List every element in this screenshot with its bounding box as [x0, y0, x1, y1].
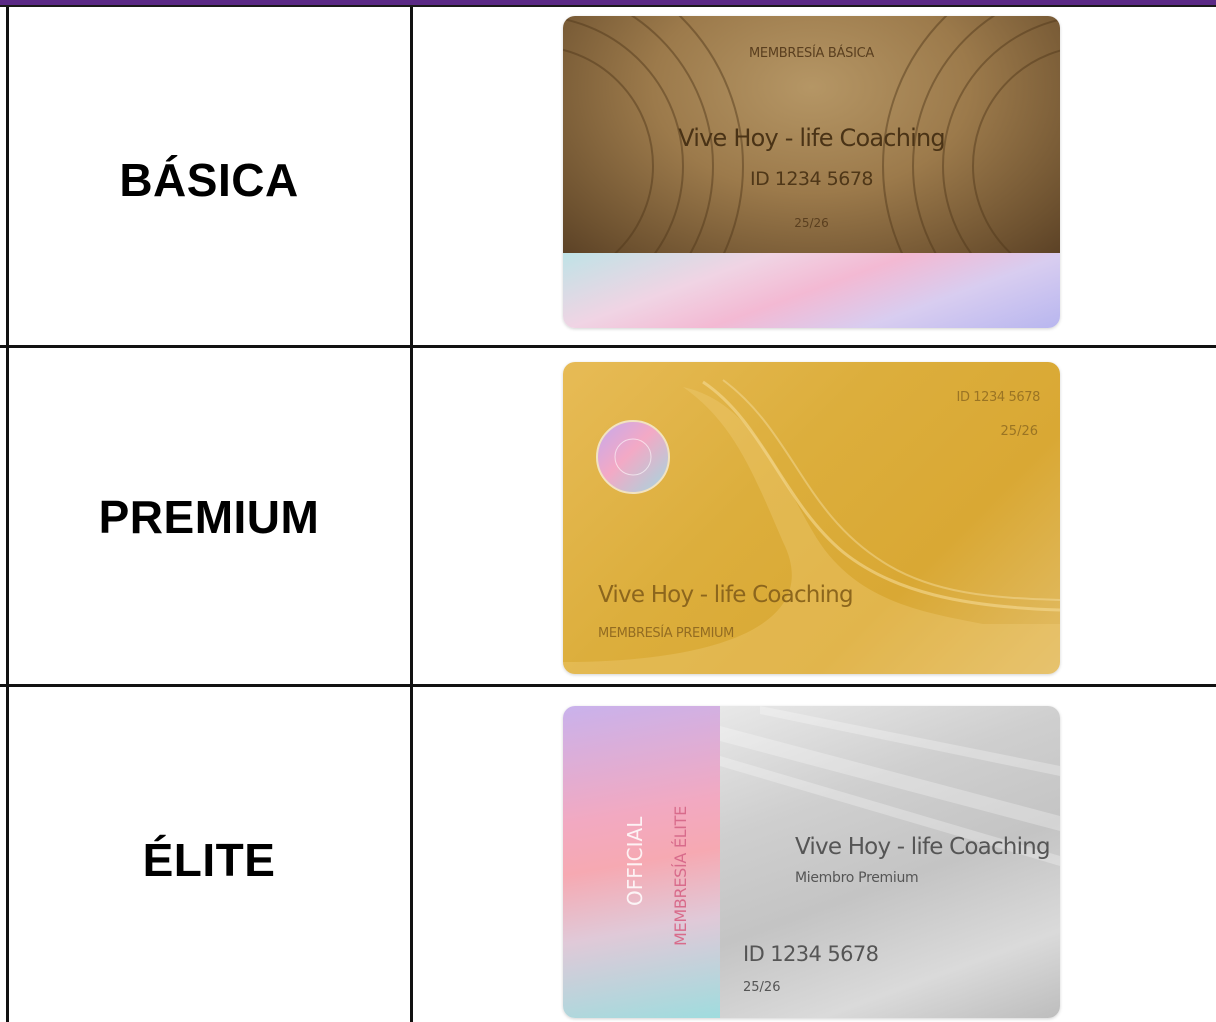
tier-label-elite: ÉLITE — [142, 834, 276, 886]
card-member-type: Miembro Premium — [795, 870, 919, 886]
vertical-membership-text: MEMBRESÍA ÉLITE — [671, 806, 690, 946]
card-brand: Vive Hoy - life Coaching — [598, 582, 854, 608]
card-id: ID 1234 5678 — [749, 168, 874, 190]
card-membership: MEMBRESÍA PREMIUM — [598, 626, 734, 641]
membership-card-premium: ID 1234 5678 25/26 Vive Hoy - life Coach… — [563, 362, 1060, 674]
card-brand: Vive Hoy - life Coaching — [795, 834, 1051, 860]
membership-card-elite: OFFICIAL MEMBRESÍA ÉLITE Vive Hoy - life… — [563, 706, 1060, 1018]
table-column-divider — [410, 7, 413, 1022]
header-accent-bar — [0, 0, 1216, 7]
card-brand: Vive Hoy - life Coaching — [678, 124, 945, 152]
card-id: ID 1234 5678 — [743, 942, 879, 966]
membership-card-basica: MEMBRESÍA BÁSICA Vive Hoy - life Coachin… — [563, 16, 1060, 328]
card-expiry: 25/26 — [794, 216, 829, 230]
card-id: ID 1234 5678 — [956, 390, 1041, 405]
card-expiry: 25/26 — [743, 980, 781, 995]
card-expiry: 25/26 — [1000, 424, 1038, 439]
tier-label-basica: BÁSICA — [119, 154, 299, 206]
table-row-divider — [0, 345, 1216, 348]
table-row-divider — [0, 684, 1216, 687]
holographic-strip — [563, 253, 1060, 328]
diagonal-stripes-decoration — [720, 706, 1060, 866]
tier-label-premium: PREMIUM — [98, 491, 320, 543]
official-seal-icon — [596, 420, 670, 494]
card-title: MEMBRESÍA BÁSICA — [749, 46, 874, 61]
vertical-official-text: OFFICIAL — [623, 816, 647, 906]
